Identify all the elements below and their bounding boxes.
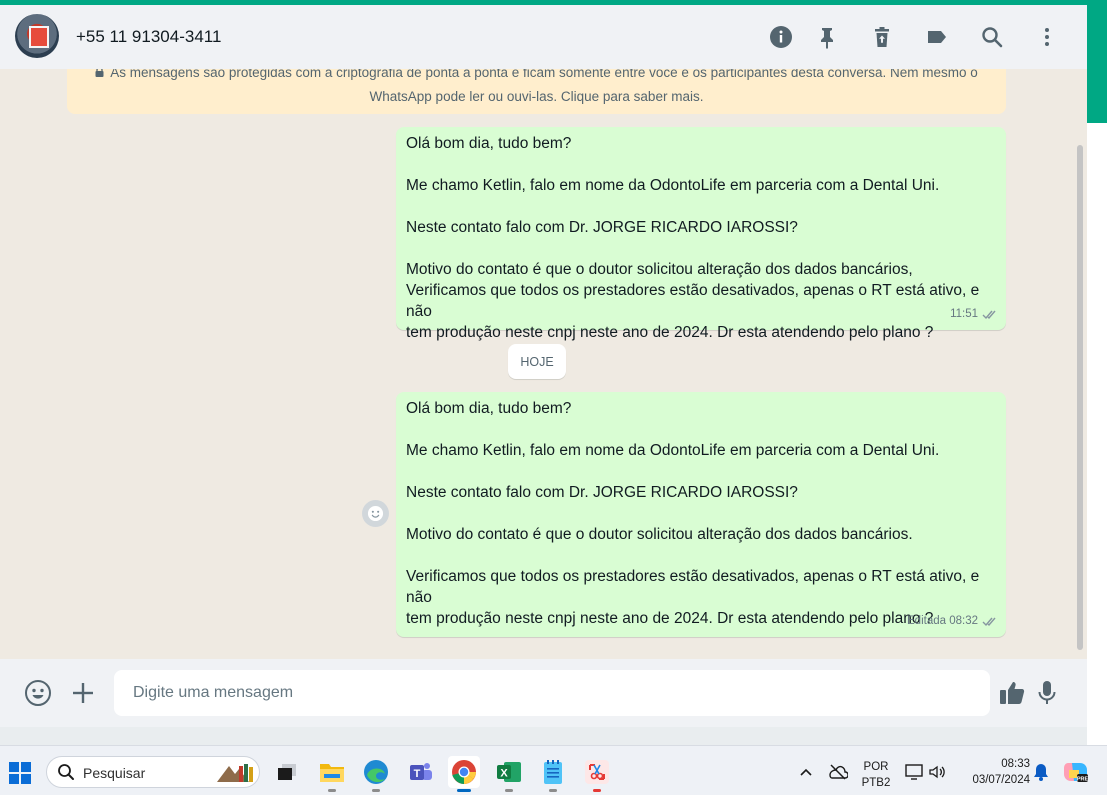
teams-icon[interactable]: T [405,756,437,788]
search-icon [58,764,74,780]
start-button[interactable] [9,762,31,784]
svg-text:X: X [500,768,508,780]
window-side-accent [1087,5,1107,123]
contact-name[interactable]: +55 11 91304-3411 [76,27,221,47]
notification-bell-icon[interactable] [1030,756,1052,788]
window-bottom-margin [0,727,1087,745]
mic-icon[interactable] [1033,679,1061,707]
message-time: Editada 08:32 [907,615,978,627]
taskbar-clock[interactable]: 08:33 03/07/2024 [958,756,1030,788]
chrome-icon[interactable] [448,756,480,792]
date-divider: HOJE [508,344,566,379]
file-explorer-icon[interactable] [316,756,348,792]
message-text: Olá bom dia, tudo bem? [406,135,572,152]
pin-icon[interactable] [815,25,839,49]
message-text: Motivo do contato é que o doutor solicit… [406,526,913,543]
search-highlight-icon [217,764,253,782]
contact-avatar[interactable] [15,14,59,58]
lock-icon [95,69,104,77]
reaction-button[interactable] [362,500,389,527]
info-icon[interactable] [769,25,793,49]
more-vertical-icon[interactable] [1035,25,1059,49]
double-check-icon [982,617,996,627]
clock-time: 08:33 [1001,758,1030,770]
no-connection-icon[interactable] [826,756,850,788]
chat-area[interactable]: As mensagens são protegidas com a cripto… [0,69,1087,659]
outgoing-message[interactable]: Olá bom dia, tudo bem? Me chamo Ketlin, … [396,127,1006,341]
encryption-notice[interactable]: As mensagens são protegidas com a cripto… [67,69,1006,114]
outgoing-message[interactable]: Olá bom dia, tudo bem? Me chamo Ketlin, … [396,392,1006,637]
volume-icon[interactable] [926,756,948,788]
plus-icon[interactable] [69,679,97,707]
encryption-notice-line2: WhatsApp pode ler ou ouvi-las. Clique pa… [369,89,704,104]
message-text: Me chamo Ketlin, falo em nome da OdontoL… [406,177,940,194]
window-side-panel [1087,123,1107,745]
chevron-up-icon[interactable] [794,756,818,788]
excel-icon[interactable]: X [493,756,525,792]
emoji-icon [367,505,384,522]
message-text: Me chamo Ketlin, falo em nome da OdontoL… [406,442,940,459]
notepad-icon[interactable] [537,756,569,792]
message-text: Motivo do contato é que o doutor solicit… [406,261,980,341]
chat-scrollbar[interactable] [1077,145,1083,650]
copilot-icon[interactable]: PRE [1060,756,1092,788]
encryption-notice-line1: As mensagens são protegidas com a cripto… [110,69,978,80]
edge-icon[interactable] [360,756,392,792]
message-text: Neste contato falo com Dr. JORGE RICARDO… [406,484,798,501]
language-code: POR [863,761,889,773]
thumbs-up-icon[interactable] [998,679,1026,707]
taskbar-search-label: Pesquisar [83,765,146,781]
message-text: Neste contato falo com Dr. JORGE RICARDO… [406,219,798,236]
search-icon[interactable] [980,25,1004,49]
message-input[interactable] [114,670,990,716]
message-composer [0,659,1087,727]
clock-date: 03/07/2024 [972,774,1030,786]
emoji-icon[interactable] [24,679,52,707]
svg-text:T: T [414,768,421,780]
task-view-icon[interactable] [271,756,303,788]
chat-header: +55 11 91304-3411 [0,5,1087,69]
snipping-tool-icon[interactable] [581,756,613,792]
label-icon[interactable] [925,25,949,49]
windows-taskbar: Pesquisar T X POR PTB2 08:33 03/07/2024 … [0,745,1107,795]
keyboard-layout: PTB2 [861,777,891,789]
double-check-icon [982,310,996,320]
display-icon[interactable] [903,756,925,788]
trash-icon[interactable] [870,25,894,49]
taskbar-search[interactable]: Pesquisar [46,756,260,788]
message-text: Olá bom dia, tudo bem? [406,400,572,417]
input-language-indicator[interactable]: POR PTB2 [860,759,892,791]
message-time: 11:51 [950,308,978,320]
svg-text:PRE: PRE [1077,777,1089,783]
